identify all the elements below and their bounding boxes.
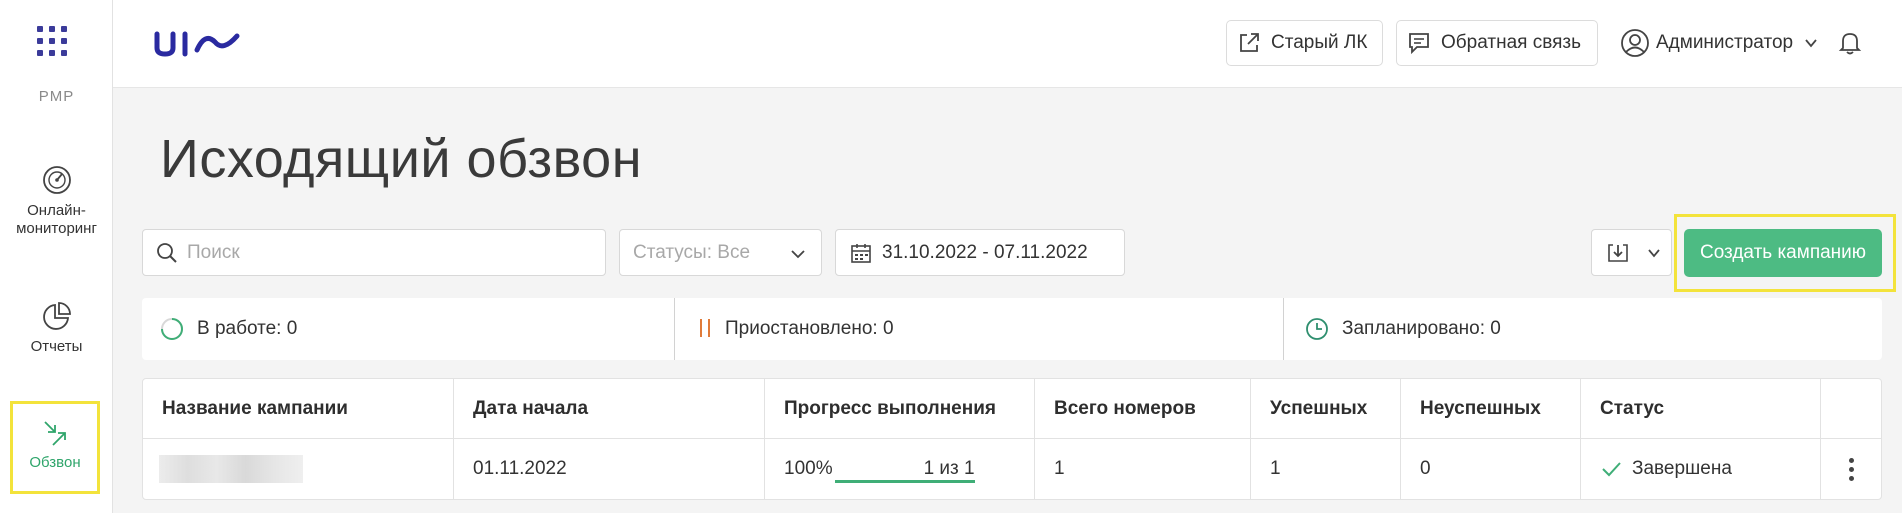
old-cabinet-button[interactable]: Старый ЛК xyxy=(1226,20,1383,66)
start-date-cell: 01.11.2022 xyxy=(454,439,765,499)
sidebar-item-label: Онлайн-мониторинг xyxy=(16,202,97,237)
chevron-down-icon xyxy=(1805,39,1817,48)
campaigns-table: Название кампании Дата начала Прогресс в… xyxy=(142,378,1882,500)
date-range-value: 31.10.2022 - 07.11.2022 xyxy=(882,241,1088,263)
summary-scheduled: Запланировано: 0 xyxy=(1284,298,1882,360)
status-cell: Завершена xyxy=(1581,439,1821,499)
scheduled-label: Запланировано: 0 xyxy=(1342,318,1501,339)
gauge-icon xyxy=(42,166,71,194)
pause-icon xyxy=(700,319,710,337)
page-title: Исходящий обзвон xyxy=(160,129,643,189)
sidebar-item-reports[interactable]: Отчеты xyxy=(0,300,113,356)
download-icon xyxy=(1608,243,1628,262)
more-options-icon[interactable] xyxy=(1848,457,1854,481)
progress-cell: 100% 1 из 1 xyxy=(765,439,1035,499)
column-header-success[interactable]: Успешных xyxy=(1251,379,1401,438)
column-header-start-date[interactable]: Дата начала xyxy=(454,379,765,438)
chat-icon xyxy=(1409,33,1429,55)
summary-in-progress: В работе: 0 xyxy=(142,298,675,360)
column-header-progress[interactable]: Прогресс выполнения xyxy=(765,379,1035,438)
search-field[interactable] xyxy=(142,229,606,276)
clock-icon xyxy=(1306,318,1328,340)
sidebar-item-outbound-calls[interactable]: Обзвон xyxy=(10,401,100,494)
user-name: Администратор xyxy=(1656,32,1794,53)
date-range-picker[interactable]: 31.10.2022 - 07.11.2022 xyxy=(835,229,1125,276)
progress-percent: 100% xyxy=(784,458,833,479)
progress-bar: 1 из 1 xyxy=(834,455,975,483)
search-input[interactable] xyxy=(187,241,587,264)
table-row[interactable]: 01.11.2022 100% 1 из 1 1 1 0 Завершена xyxy=(143,439,1881,499)
total-numbers-cell: 1 xyxy=(1035,439,1251,499)
column-header-actions xyxy=(1821,379,1881,438)
column-header-total[interactable]: Всего номеров xyxy=(1035,379,1251,438)
table-header: Название кампании Дата начала Прогресс в… xyxy=(143,379,1881,439)
brand-logo[interactable] xyxy=(153,26,243,60)
status-label: Завершена xyxy=(1632,458,1732,479)
sidebar-item-online-monitoring[interactable]: Онлайн-мониторинг xyxy=(0,164,113,238)
failed-cell: 0 xyxy=(1401,439,1581,499)
bell-icon[interactable] xyxy=(1838,30,1862,56)
user-menu[interactable]: Администратор xyxy=(1620,22,1819,64)
summary-strip: В работе: 0 Приостановлено: 0 Запланиров… xyxy=(142,298,1882,360)
feedback-label: Обратная связь xyxy=(1441,32,1581,53)
chevron-down-icon xyxy=(791,250,805,259)
in-progress-label: В работе: 0 xyxy=(197,318,298,339)
create-campaign-button[interactable]: Создать кампанию xyxy=(1684,229,1882,277)
paused-label: Приостановлено: 0 xyxy=(725,318,894,339)
feedback-button[interactable]: Обратная связь xyxy=(1396,20,1598,66)
chevron-down-icon xyxy=(1648,248,1660,257)
row-actions-cell[interactable] xyxy=(1821,439,1881,499)
reports-icon xyxy=(42,302,71,330)
summary-paused: Приостановлено: 0 xyxy=(675,298,1284,360)
progress-count: 1 из 1 xyxy=(923,458,975,479)
redacted-campaign-name xyxy=(159,455,303,483)
progress-bar-fill xyxy=(834,480,975,483)
calendar-icon xyxy=(851,243,871,263)
checkmark-icon xyxy=(1602,462,1621,477)
external-link-icon xyxy=(1240,33,1259,52)
campaign-name-cell[interactable] xyxy=(143,439,454,499)
sidebar-item-label: Обзвон xyxy=(29,454,81,471)
old-cabinet-label: Старый ЛК xyxy=(1271,32,1368,53)
status-filter-value: Статусы: Все xyxy=(633,241,751,263)
column-header-name[interactable]: Название кампании xyxy=(143,379,454,438)
column-header-failed[interactable]: Неуспешных xyxy=(1401,379,1581,438)
export-button[interactable] xyxy=(1591,229,1672,276)
success-cell: 1 xyxy=(1251,439,1401,499)
apps-grid-icon[interactable] xyxy=(37,26,67,56)
sidebar-org-label: PMP xyxy=(38,88,75,105)
status-filter-select[interactable]: Статусы: Все xyxy=(619,229,822,276)
in-progress-icon xyxy=(161,318,183,340)
sidebar-item-label: Отчеты xyxy=(30,338,83,355)
column-header-status[interactable]: Статус xyxy=(1581,379,1821,438)
sidebar: PMP Онлайн-мониторинг Отчеты Обзвон xyxy=(0,0,113,513)
top-header: Старый ЛК Обратная связь Администратор xyxy=(113,0,1902,88)
user-avatar-icon xyxy=(1621,29,1649,57)
search-icon xyxy=(157,242,177,263)
outbound-call-icon xyxy=(44,421,66,446)
